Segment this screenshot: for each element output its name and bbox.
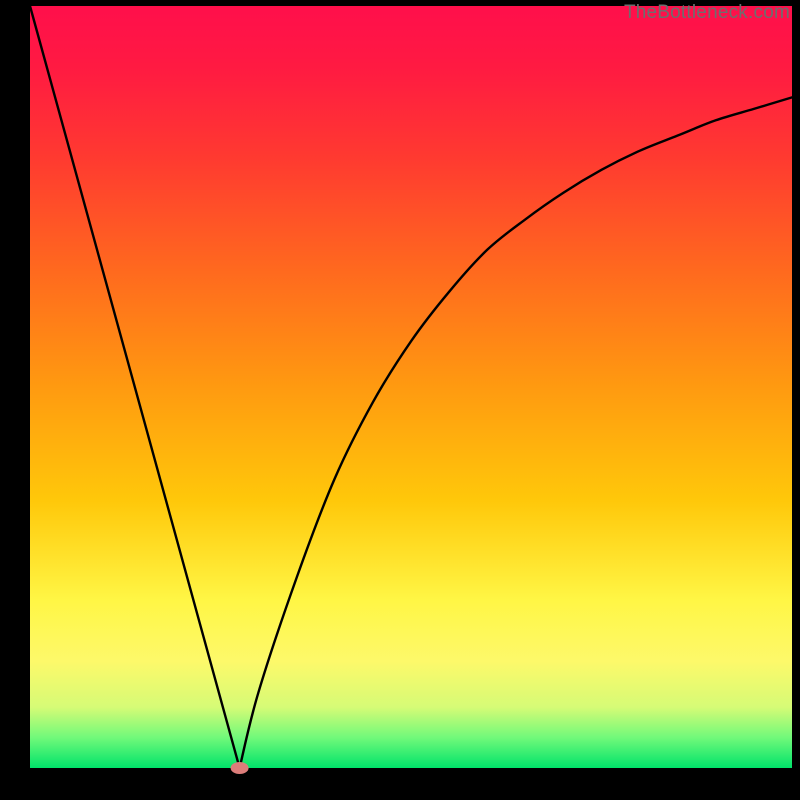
watermark-text: TheBottleneck.com xyxy=(624,2,790,24)
plot-area xyxy=(30,6,792,768)
chart-frame: TheBottleneck.com xyxy=(0,0,800,800)
right-curve-path xyxy=(240,97,792,768)
vertex-marker xyxy=(231,762,249,774)
left-leg-path xyxy=(30,6,240,768)
curve-layer xyxy=(30,6,792,768)
